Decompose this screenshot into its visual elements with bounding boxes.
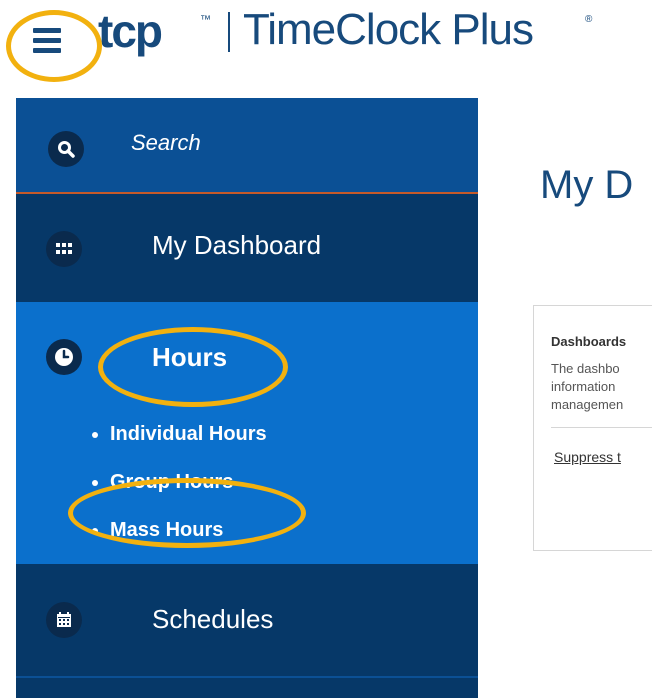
sidebar-item-hours[interactable]: Hours Individual Hours Group Hours Mass … <box>16 302 478 564</box>
sidebar-item-my-dashboard[interactable]: My Dashboard <box>16 194 478 302</box>
bullet <box>92 528 98 534</box>
sidebar-item-next[interactable] <box>16 678 478 698</box>
card-body: The dashbo information managemen <box>551 361 624 412</box>
suppress-link[interactable]: Suppress t <box>554 449 621 465</box>
sidebar-item-label: My Dashboard <box>152 230 322 260</box>
trademark-symbol: ™ <box>200 14 211 26</box>
search-icon <box>48 131 84 167</box>
page-title: My D <box>540 163 634 207</box>
tcp-logo: tcp <box>98 5 163 57</box>
card-divider <box>551 427 652 428</box>
submenu-item-mass-hours[interactable]: Mass Hours <box>88 518 267 566</box>
submenu-item-individual-hours[interactable]: Individual Hours <box>88 422 267 470</box>
clock-icon <box>46 339 82 375</box>
sidebar-item-label: Schedules <box>152 604 274 634</box>
sidebar-item-schedules[interactable]: Schedules <box>16 564 478 676</box>
grid-icon <box>46 231 82 267</box>
sidebar-item-label: Hours <box>152 342 228 372</box>
registered-symbol: ® <box>585 14 593 25</box>
hours-submenu: Individual Hours Group Hours Mass Hours <box>88 422 267 566</box>
bullet <box>92 432 98 438</box>
sidebar-search[interactable]: Search <box>16 98 478 194</box>
bullet <box>92 480 98 486</box>
submenu-item-group-hours[interactable]: Group Hours <box>88 470 267 518</box>
hamburger-menu-icon[interactable] <box>33 28 61 54</box>
dashboards-card: Dashboards The dashbo information manage… <box>533 305 652 551</box>
search-label: Search <box>131 130 201 155</box>
calendar-icon <box>46 602 82 638</box>
sidebar-nav: Search My Dashboard Hours Individual Hou… <box>16 98 478 698</box>
product-name: TimeClock Plus <box>243 5 534 54</box>
card-title: Dashboards <box>551 334 627 349</box>
logo-divider <box>228 12 230 52</box>
app-header: tcp ™ TimeClock Plus ® <box>0 0 652 98</box>
